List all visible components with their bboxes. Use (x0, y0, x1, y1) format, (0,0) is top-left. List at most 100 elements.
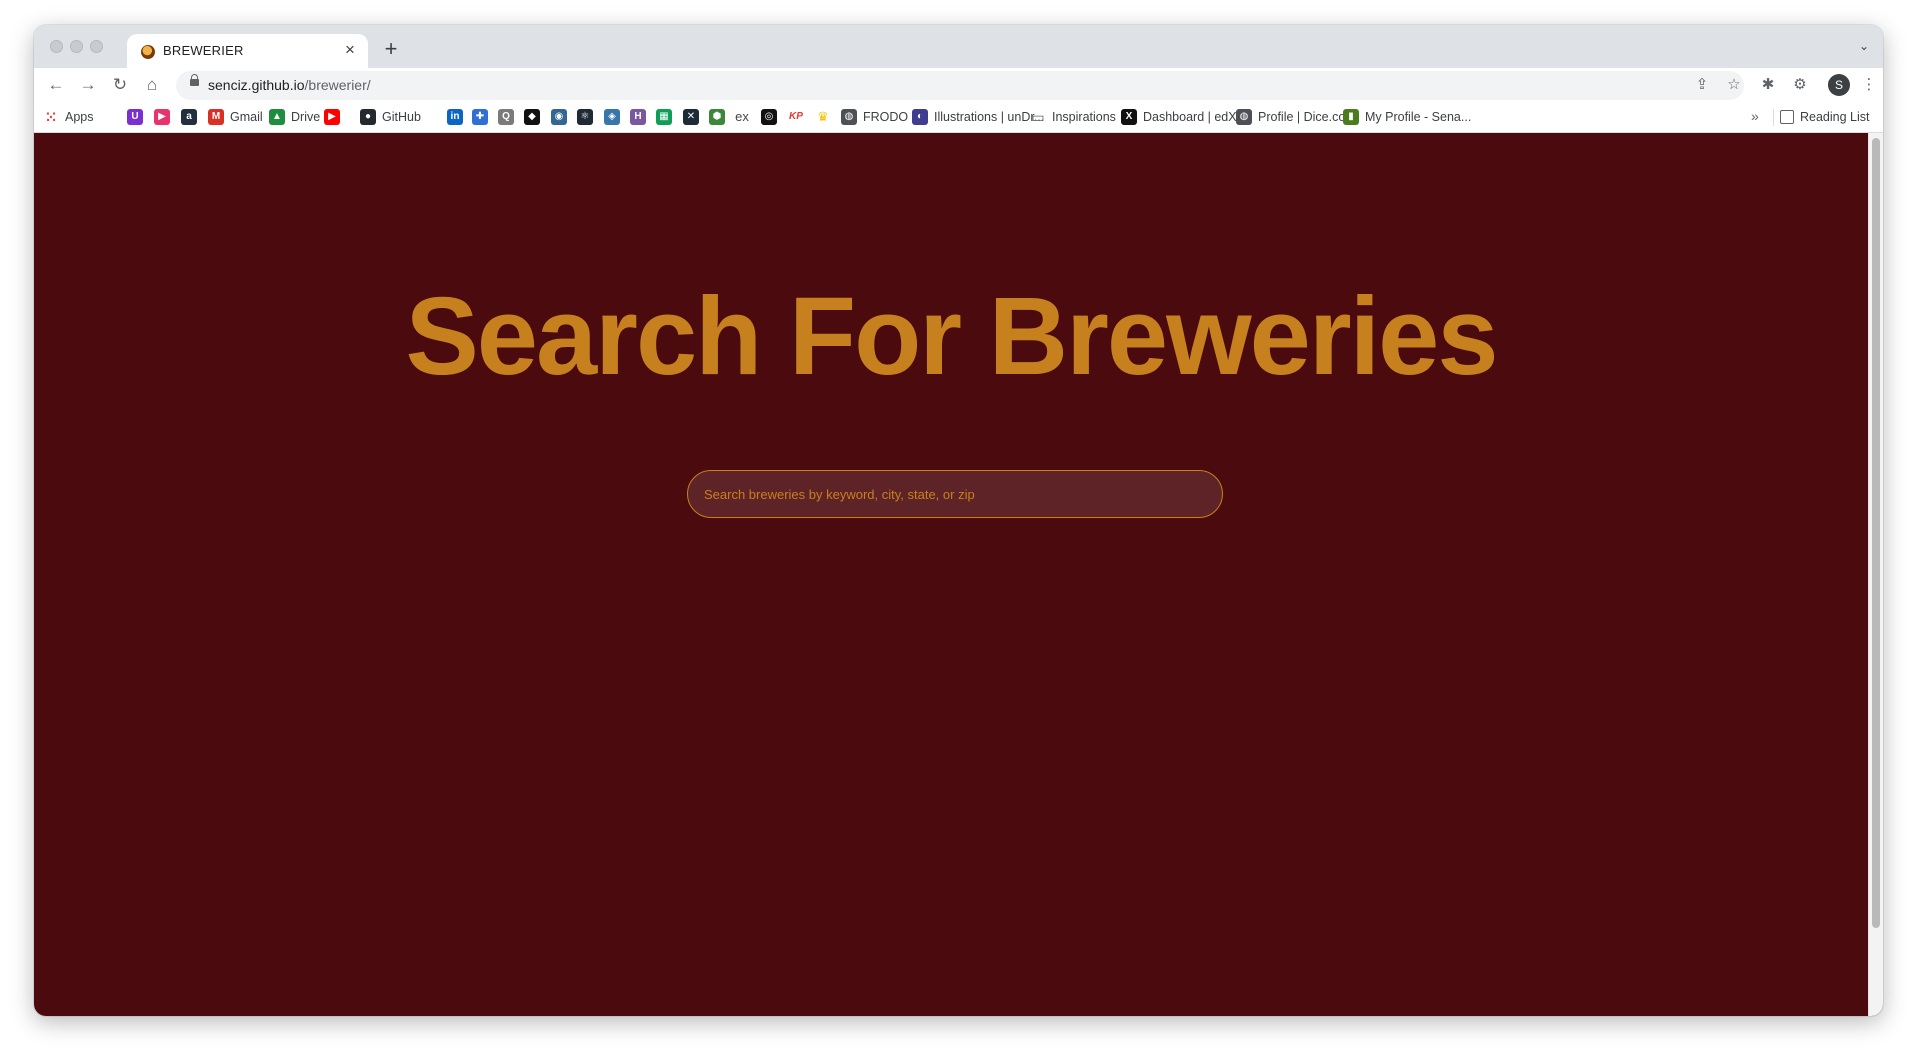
undraw-icon: ◐ (912, 109, 928, 125)
brewery-search-input[interactable] (687, 470, 1223, 518)
tab-search-chevron-icon[interactable]: ⌄ (1859, 39, 1869, 53)
bookmark-item[interactable]: U (127, 108, 143, 126)
browser-window: BREWERIER × + ⌄ ← → ↻ ⌂ senciz.github.io… (34, 25, 1883, 1016)
beer-favicon-icon (141, 45, 155, 59)
bookmark-star-icon[interactable]: ☆ (1724, 75, 1744, 95)
bookmark-item[interactable]: ⁙ Apps (43, 108, 94, 126)
share-icon[interactable]: ⇪ (1692, 75, 1712, 95)
bookmark-item[interactable]: ⬢ (709, 108, 725, 126)
bookmark-item[interactable]: ex (734, 108, 750, 126)
bookmark-item[interactable]: in (447, 108, 463, 126)
bookmark-label: Profile | Dice.com (1258, 110, 1356, 124)
apps-grid-icon: ⁙ (45, 109, 57, 125)
bookmark-item[interactable]: ▶ (154, 108, 170, 126)
react-atom-icon: ⚛ (577, 109, 593, 125)
address-bar[interactable]: senciz.github.io/brewerier/ ⇪ ☆ (176, 71, 1744, 100)
bookmark-item[interactable]: ▦ (656, 108, 672, 126)
url-text[interactable]: senciz.github.io/brewerier/ (208, 77, 371, 93)
bookmark-label: GitHub (382, 110, 421, 124)
bookmark-label: Inspirations (1052, 110, 1116, 124)
bookmark-item[interactable]: a (181, 108, 197, 126)
bookmark-label: Illustrations | unDr... (934, 110, 1045, 124)
bookmark-item[interactable]: ◍ FRODO (841, 108, 908, 126)
bookmark-item[interactable]: H (630, 108, 646, 126)
u-circle-icon: U (127, 109, 143, 125)
reading-list-button[interactable]: Reading List (1780, 108, 1870, 126)
bookmarks-divider (1773, 109, 1774, 126)
bookmark-item[interactable]: ⚛ (577, 108, 593, 126)
bookmark-item[interactable]: ◉ (551, 108, 567, 126)
bookmark-item[interactable]: ♛ (815, 108, 831, 126)
reading-list-icon (1780, 110, 1794, 124)
heroku-icon: H (630, 109, 646, 125)
bookmark-item[interactable]: ◎ (761, 108, 777, 126)
tab-title: BREWERIER (163, 43, 244, 58)
drive-icon: ▲ (269, 109, 285, 125)
ex-icon: ex (735, 109, 749, 124)
bookmarks-bar: » Reading List ⁙ Apps U ▶ a M Gmail ▲ Drive ▶ ● Git… (34, 102, 1883, 133)
tab-strip: BREWERIER × + ⌄ (34, 25, 1883, 68)
minimize-window-button[interactable] (70, 40, 83, 53)
new-tab-button[interactable]: + (379, 38, 403, 62)
reading-list-label: Reading List (1800, 110, 1870, 124)
vertical-scrollbar[interactable] (1868, 133, 1883, 1016)
bookmark-item[interactable]: ◐ Illustrations | unDr... (912, 108, 1044, 126)
bookmark-item[interactable]: ◈ (604, 108, 620, 126)
bookmark-label: Apps (65, 110, 94, 124)
nodejs-hex-icon: ⬢ (709, 109, 725, 125)
bookmark-label: Dashboard | edX (1143, 110, 1237, 124)
bookmarks-overflow-icon[interactable]: » (1751, 108, 1759, 124)
bookmark-item[interactable]: ◆ (524, 108, 540, 126)
reload-button[interactable]: ↻ (107, 72, 133, 98)
forward-button[interactable]: → (75, 72, 101, 98)
play-circle-icon: ▶ (154, 109, 170, 125)
bookmark-item[interactable]: ◍ Profile | Dice.com (1236, 108, 1356, 126)
scrollbar-thumb[interactable] (1872, 138, 1880, 928)
globe-icon: ◍ (1236, 109, 1252, 125)
page-viewport: Search For Breweries (34, 133, 1883, 1016)
python-icon: ◈ (604, 109, 620, 125)
linkedin-icon: in (447, 109, 463, 125)
mic-green-icon: ▮ (1343, 109, 1359, 125)
url-path: /brewerier/ (304, 77, 371, 93)
lock-icon[interactable] (190, 74, 199, 86)
puzzle-pieces-icon: ✚ (472, 109, 488, 125)
x-box-icon: ✕ (683, 109, 699, 125)
back-button[interactable]: ← (43, 72, 69, 98)
magnifier-box-icon: Q (498, 109, 514, 125)
page-title: Search For Breweries (405, 275, 1498, 398)
profile-avatar[interactable]: S (1828, 74, 1850, 96)
close-tab-icon[interactable]: × (340, 40, 360, 60)
url-host: senciz.github.io (208, 77, 305, 93)
codepen-icon: ◆ (524, 109, 540, 125)
bookmark-item[interactable]: ▭ Inspirations (1030, 108, 1116, 126)
extensions-puzzle-icon[interactable]: ⚙ (1788, 73, 1812, 97)
bookmark-item[interactable]: KP (788, 108, 804, 126)
bookmark-item[interactable]: ▶ (324, 108, 340, 126)
home-button[interactable]: ⌂ (139, 72, 165, 98)
spiral-icon: ◎ (761, 109, 777, 125)
bookmark-item[interactable]: ▲ Drive (269, 108, 320, 126)
bookmark-item[interactable]: ● GitHub (360, 108, 421, 126)
bookmark-item[interactable]: ▮ My Profile - Sena... (1343, 108, 1471, 126)
bookmark-item[interactable]: Q (498, 108, 514, 126)
github-icon: ● (360, 109, 376, 125)
bookmark-label: My Profile - Sena... (1365, 110, 1472, 124)
zoom-window-button[interactable] (90, 40, 103, 53)
kp-icon: KP (789, 111, 803, 122)
bookmark-item[interactable]: ✚ (472, 108, 488, 126)
postgres-elephant-icon: ◉ (551, 109, 567, 125)
extension-bug-icon[interactable]: ✱ (1756, 73, 1780, 97)
youtube-icon: ▶ (324, 109, 340, 125)
bookmark-label: Drive (291, 110, 321, 124)
browser-toolbar: ← → ↻ ⌂ senciz.github.io/brewerier/ ⇪ ☆ … (34, 68, 1883, 102)
browser-menu-icon[interactable]: ⋮ (1857, 73, 1881, 97)
amazon-icon: a (181, 109, 197, 125)
bookmark-item[interactable]: X Dashboard | edX (1121, 108, 1237, 126)
bookmark-item[interactable]: M Gmail (208, 108, 263, 126)
bookmark-label: Gmail (230, 110, 263, 124)
tab-brewerier[interactable]: BREWERIER × (127, 34, 368, 68)
globe-icon: ◍ (841, 109, 857, 125)
close-window-button[interactable] (50, 40, 63, 53)
bookmark-item[interactable]: ✕ (683, 108, 699, 126)
